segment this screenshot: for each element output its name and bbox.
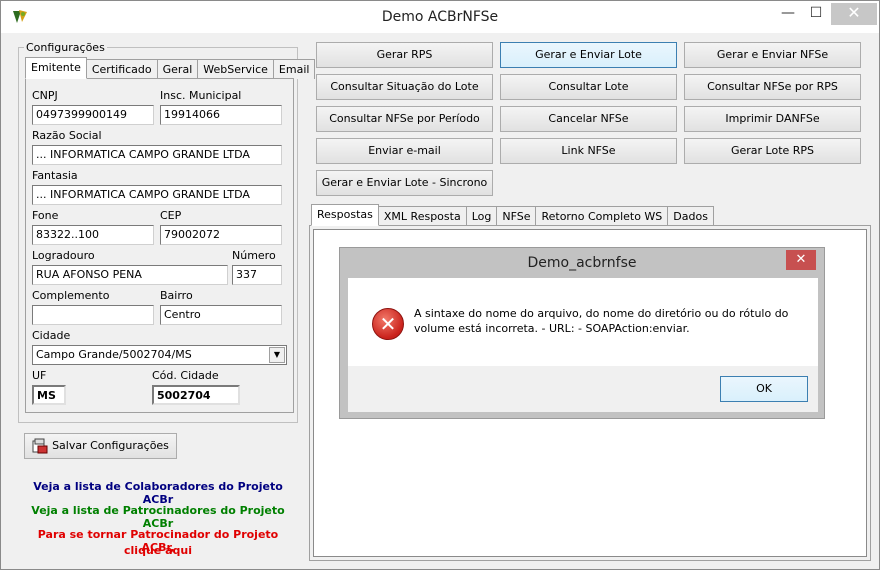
complemento-field[interactable] bbox=[32, 305, 154, 325]
dialog-message-line2: volume está incorreta. - URL: - SOAPActi… bbox=[414, 322, 690, 335]
uf-label: UF bbox=[32, 369, 47, 382]
tab-nfse[interactable]: NFSe bbox=[496, 206, 537, 226]
tab-certificado[interactable]: Certificado bbox=[85, 59, 158, 79]
save-icon bbox=[32, 438, 48, 454]
window-title: Demo ACBrNFSe bbox=[381, 9, 499, 25]
dialog-title: Demo_acbrnfse bbox=[527, 255, 637, 271]
fone-field[interactable]: 83322..100 bbox=[32, 225, 154, 245]
fone-label: Fone bbox=[32, 209, 59, 222]
patrocinadores-link[interactable]: Veja a lista de Patrocinadores do Projet… bbox=[21, 504, 295, 530]
enviar-email-button[interactable]: Enviar e-mail bbox=[316, 138, 493, 164]
tab-xml-resposta[interactable]: XML Resposta bbox=[377, 206, 467, 226]
ok-button[interactable]: OK bbox=[720, 376, 808, 402]
cidade-select[interactable]: Campo Grande/5002704/MS ▼ bbox=[32, 345, 287, 365]
maximize-button[interactable]: ☐ bbox=[799, 3, 833, 25]
razao-field[interactable]: ... INFORMATICA CAMPO GRANDE LTDA bbox=[32, 145, 282, 165]
consultar-situacao-button[interactable]: Consultar Situação do Lote bbox=[316, 74, 493, 100]
numero-label: Número bbox=[232, 249, 276, 262]
fantasia-field[interactable]: ... INFORMATICA CAMPO GRANDE LTDA bbox=[32, 185, 282, 205]
cidade-select-value: Campo Grande/5002704/MS bbox=[36, 348, 192, 361]
cep-label: CEP bbox=[160, 209, 182, 222]
tab-webservice[interactable]: WebService bbox=[197, 59, 274, 79]
close-button[interactable]: ✕ bbox=[831, 3, 877, 25]
numero-field[interactable]: 337 bbox=[232, 265, 282, 285]
im-field[interactable]: 19914066 bbox=[160, 105, 282, 125]
cep-field[interactable]: 79002072 bbox=[160, 225, 282, 245]
gerar-enviar-lote-button[interactable]: Gerar e Enviar Lote bbox=[500, 42, 677, 68]
bairro-label: Bairro bbox=[160, 289, 193, 302]
tab-respostas[interactable]: Respostas bbox=[311, 204, 379, 226]
cidade-label: Cidade bbox=[32, 329, 71, 342]
save-config-label: Salvar Configurações bbox=[52, 439, 169, 452]
logradouro-label: Logradouro bbox=[32, 249, 95, 262]
gerar-enviar-sincrono-button[interactable]: Gerar e Enviar Lote - Sincrono bbox=[316, 170, 493, 196]
consultar-lote-button[interactable]: Consultar Lote bbox=[500, 74, 677, 100]
config-tabs: Emitente Certificado Geral WebService Em… bbox=[25, 57, 316, 79]
consultar-nfse-rps-button[interactable]: Consultar NFSe por RPS bbox=[684, 74, 861, 100]
tab-retorno-completo[interactable]: Retorno Completo WS bbox=[535, 206, 669, 226]
razao-label: Razão Social bbox=[32, 129, 102, 142]
codcidade-label: Cód. Cidade bbox=[152, 369, 219, 382]
colaboradores-link[interactable]: Veja a lista de Colaboradores do Projeto… bbox=[21, 480, 295, 506]
title-bar[interactable]: Demo ACBrNFSe — ☐ ✕ bbox=[1, 1, 879, 33]
tab-log[interactable]: Log bbox=[465, 206, 498, 226]
patrocinador-link-line2[interactable]: clique aqui bbox=[21, 544, 295, 557]
result-tabs: Respostas XML Resposta Log NFSe Retorno … bbox=[311, 204, 714, 226]
save-config-button[interactable]: Salvar Configurações bbox=[24, 433, 177, 459]
cnpj-field[interactable]: 0497399900149 bbox=[32, 105, 154, 125]
fantasia-label: Fantasia bbox=[32, 169, 78, 182]
dialog-footer: OK bbox=[348, 366, 818, 412]
complemento-label: Complemento bbox=[32, 289, 110, 302]
gerar-rps-button[interactable]: Gerar RPS bbox=[316, 42, 493, 68]
gerar-lote-rps-button[interactable]: Gerar Lote RPS bbox=[684, 138, 861, 164]
tab-geral[interactable]: Geral bbox=[156, 59, 199, 79]
cnpj-label: CNPJ bbox=[32, 89, 58, 102]
tab-emitente[interactable]: Emitente bbox=[25, 57, 87, 79]
cancelar-nfse-button[interactable]: Cancelar NFSe bbox=[500, 106, 677, 132]
im-label: Insc. Municipal bbox=[160, 89, 242, 102]
gerar-enviar-nfse-button[interactable]: Gerar e Enviar NFSe bbox=[684, 42, 861, 68]
codcidade-field[interactable]: 5002704 bbox=[152, 385, 240, 405]
dialog-message-line1: A sintaxe do nome do arquivo, do nome do… bbox=[414, 307, 789, 320]
chevron-down-icon[interactable]: ▼ bbox=[269, 347, 285, 363]
consultar-nfse-periodo-button[interactable]: Consultar NFSe por Período bbox=[316, 106, 493, 132]
logradouro-field[interactable]: RUA AFONSO PENA bbox=[32, 265, 228, 285]
imprimir-danfse-button[interactable]: Imprimir DANFSe bbox=[684, 106, 861, 132]
error-icon: ✕ bbox=[372, 308, 404, 340]
dialog-message: A sintaxe do nome do arquivo, do nome do… bbox=[414, 306, 804, 336]
config-group-label: Configurações bbox=[24, 41, 107, 54]
bairro-field[interactable]: Centro bbox=[160, 305, 282, 325]
tab-dados[interactable]: Dados bbox=[667, 206, 714, 226]
uf-field[interactable]: MS bbox=[32, 385, 66, 405]
dialog-close-button[interactable]: ✕ bbox=[786, 250, 816, 270]
link-nfse-button[interactable]: Link NFSe bbox=[500, 138, 677, 164]
error-dialog: Demo_acbrnfse ✕ ✕ A sintaxe do nome do a… bbox=[339, 247, 825, 419]
main-window: Demo ACBrNFSe — ☐ ✕ Configurações Emiten… bbox=[0, 0, 880, 570]
